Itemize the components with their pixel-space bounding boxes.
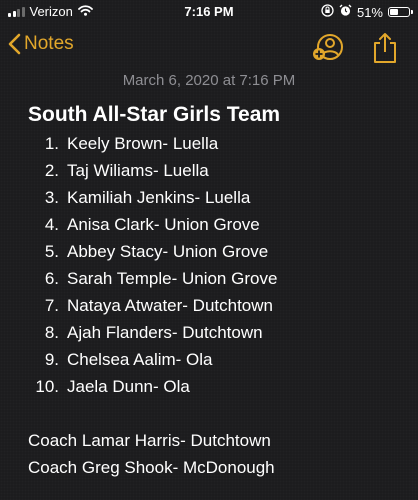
navigation-bar: Notes — [0, 30, 418, 66]
list-item-text: Ajah Flanders- Dutchtown — [67, 323, 263, 342]
status-bar: Verizon 7:16 PM 51% — [0, 0, 418, 24]
list-item-number: 8. — [44, 323, 59, 342]
list-item: 1. Keely Brown- Luella — [28, 130, 408, 157]
note-title: South All-Star Girls Team — [28, 103, 281, 126]
list-item-number: 5. — [44, 242, 59, 261]
list-item: 5. Abbey Stacy- Union Grove — [28, 238, 408, 265]
list-item-number: 2. — [44, 161, 59, 180]
coach-line: Coach Greg Shook- McDonough — [28, 458, 275, 477]
list-item-text: Abbey Stacy- Union Grove — [67, 242, 269, 261]
back-button-label: Notes — [24, 33, 74, 54]
list-item-text: Keely Brown- Luella — [67, 134, 219, 153]
list-item-number: 10. — [35, 377, 59, 396]
list-item-text: Sarah Temple- Union Grove — [67, 269, 278, 288]
note-body[interactable]: South All-Star Girls Team 1. Keely Brown-… — [28, 100, 408, 481]
list-item-text: Nataya Atwater- Dutchtown — [67, 296, 273, 315]
list-item: 4. Anisa Clark- Union Grove — [28, 211, 408, 238]
share-icon[interactable] — [372, 32, 398, 69]
list-item-number: 7. — [44, 296, 59, 315]
list-item-text: Kamiliah Jenkins- Luella — [67, 188, 251, 207]
list-item: 8. Ajah Flanders- Dutchtown — [28, 319, 408, 346]
list-item: 7. Nataya Atwater- Dutchtown — [28, 292, 408, 319]
list-item: 3. Kamiliah Jenkins- Luella — [28, 184, 408, 211]
battery-icon — [388, 7, 413, 17]
chevron-left-icon — [8, 33, 21, 55]
list-item-text: Taj Wiliams- Luella — [67, 161, 209, 180]
status-bar-right: 51% — [321, 4, 413, 20]
note-date: March 6, 2020 at 7:16 PM — [122, 72, 296, 89]
list-item-number: 9. — [44, 350, 59, 369]
coach-line: Coach Lamar Harris- Dutchtown — [28, 431, 271, 450]
coach-list: Coach Lamar Harris- Dutchtown Coach Greg… — [28, 427, 408, 481]
back-button[interactable]: Notes — [8, 33, 74, 55]
alarm-icon — [339, 4, 352, 20]
list-item-number: 1. — [44, 134, 59, 153]
list-item: 9. Chelsea Aalim- Ola — [28, 346, 408, 373]
list-item-text: Anisa Clark- Union Grove — [67, 215, 260, 234]
player-list: 1. Keely Brown- Luella 2. Taj Wiliams- Lue… — [28, 130, 408, 400]
list-item-text: Chelsea Aalim- Ola — [67, 350, 213, 369]
orientation-lock-icon — [321, 4, 334, 20]
list-item: 10. Jaela Dunn- Ola — [28, 373, 408, 400]
battery-percent: 51% — [356, 4, 383, 20]
list-item: 6. Sarah Temple- Union Grove — [28, 265, 408, 292]
list-item-number: 4. — [44, 215, 59, 234]
add-people-icon[interactable] — [312, 32, 344, 67]
list-item-text: Jaela Dunn- Ola — [67, 377, 190, 396]
list-item-number: 6. — [44, 269, 59, 288]
list-item-number: 3. — [44, 188, 59, 207]
list-item: 2. Taj Wiliams- Luella — [28, 157, 408, 184]
battery-fill — [390, 9, 399, 15]
